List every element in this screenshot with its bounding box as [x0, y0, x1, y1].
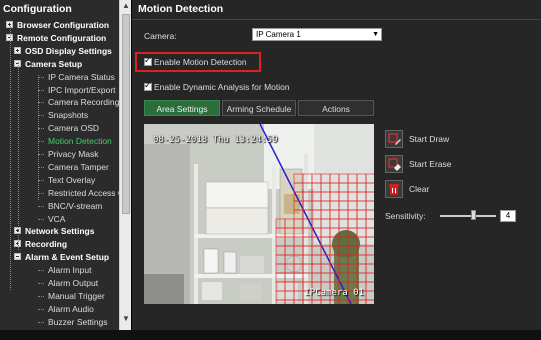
enable-motion-label: Enable Motion Detection: [154, 57, 247, 67]
start-erase-button[interactable]: Start Erase: [385, 155, 452, 173]
clear-button[interactable]: Clear: [385, 180, 429, 198]
tree-connector: [10, 26, 11, 290]
chevron-down-icon: ▼: [372, 31, 379, 38]
sidebar-item-label: BNC/V-stream: [48, 200, 103, 211]
start-draw-label: Start Draw: [409, 134, 450, 144]
tree-connector: [38, 283, 44, 284]
sidebar-item-label: Alarm & Event Setup: [25, 252, 110, 263]
sidebar-item-label: VCA: [48, 213, 66, 224]
tab-area-settings[interactable]: Area Settings: [144, 100, 220, 116]
sidebar-item-label: Camera Recording S: [48, 97, 128, 108]
sidebar-item[interactable]: Alarm Input: [0, 264, 119, 276]
start-draw-button[interactable]: Start Draw: [385, 130, 449, 148]
config-tree-title: Configuration: [3, 3, 72, 15]
sidebar-item-label: Privacy Mask: [48, 149, 99, 159]
tree-connector: [38, 321, 44, 323]
sidebar-item[interactable]: Remote Configuration: [0, 32, 119, 44]
enable-motion-checkbox[interactable]: [144, 55, 152, 67]
sidebar-item-label: Camera OSD: [48, 123, 100, 134]
pencil-icon: [385, 130, 403, 148]
trash-icon: [385, 180, 403, 198]
enable-dynamic-row[interactable]: Enable Dynamic Analysis for Motion: [144, 80, 290, 93]
sensitivity-slider-thumb[interactable]: [470, 210, 476, 220]
osd-datetime: 08-25-2018 Thu 13:24:59: [153, 135, 278, 145]
sidebar-item[interactable]: Alarm Audio: [0, 303, 119, 315]
tree-connector: [38, 218, 44, 220]
scroll-up-icon[interactable]: ▲: [121, 1, 131, 11]
sidebar-item-label: Alarm Output: [48, 278, 99, 288]
sidebar-item-label: Camera Setup: [25, 58, 83, 69]
sensitivity-label: Sensitivity:: [385, 211, 426, 221]
tree-connector: [38, 295, 44, 297]
enable-dynamic-label: Enable Dynamic Analysis for Motion: [154, 82, 290, 92]
sidebar-item-label: Snapshots: [48, 110, 89, 121]
collapse-icon[interactable]: [14, 253, 21, 261]
camera-select-value: IP Camera 1: [256, 30, 301, 39]
camera-scene-image: [144, 124, 374, 304]
sidebar-item-label: Recording: [25, 239, 68, 250]
sidebar-item-label: Browser Configuration: [17, 20, 110, 30]
osd-camera-name: IPCamera 01: [304, 288, 364, 298]
tab-arming-schedule[interactable]: Arming Schedule: [222, 100, 296, 116]
enable-dynamic-checkbox[interactable]: [144, 80, 152, 92]
scroll-down-icon[interactable]: ▼: [121, 314, 131, 324]
eraser-icon: [385, 155, 403, 173]
tree-connector: [38, 270, 44, 272]
motion-detection-panel: Motion Detection Camera: IP Camera 1 ▼ E…: [132, 0, 541, 330]
sidebar-item-label: Motion Detection: [48, 136, 112, 147]
sidebar-item-label: Manual Trigger: [48, 290, 105, 301]
sidebar-item-label: IPC Import/Export: [48, 84, 116, 95]
tree-connector: [38, 205, 44, 207]
title-divider: [132, 19, 541, 20]
tree-connector: [38, 75, 39, 200]
sidebar-item-label: Remote Configuration: [17, 32, 107, 43]
tree-scrollbar[interactable]: ▲ ▼: [119, 0, 131, 330]
sidebar-item[interactable]: OSD Display Settings: [0, 45, 119, 57]
tab-actions[interactable]: Actions: [298, 100, 374, 116]
sidebar-item-label: IP Camera Status: [48, 71, 115, 82]
sidebar-item-label: Text Overlay: [48, 174, 96, 185]
sidebar-item[interactable]: Browser Configuration: [0, 19, 119, 31]
camera-label: Camera:: [144, 31, 177, 41]
clear-label: Clear: [409, 184, 430, 194]
settings-tabs: Area Settings Arming Schedule Actions: [144, 100, 374, 116]
sidebar-item[interactable]: Buzzer Settings: [0, 316, 119, 328]
sidebar-item-label: Camera Tamper: [48, 161, 109, 172]
bottom-bar: [0, 330, 541, 340]
sidebar-item-label: Restricted Access C: [48, 187, 125, 198]
sidebar-item-label: Alarm Input: [48, 265, 92, 276]
sidebar-item-label: Network Settings: [25, 226, 95, 237]
tree-connector: [18, 62, 19, 250]
camera-preview[interactable]: 08-25-2018 Thu 13:24:59 IPCamera 01: [144, 124, 374, 304]
scroll-thumb[interactable]: [122, 14, 130, 214]
camera-select[interactable]: IP Camera 1 ▼: [252, 28, 382, 41]
enable-motion-row[interactable]: Enable Motion Detection: [144, 55, 247, 68]
sidebar-item[interactable]: Alarm & Event Setup: [0, 251, 119, 263]
page-title: Motion Detection: [138, 3, 224, 15]
start-erase-label: Start Erase: [409, 159, 452, 169]
sensitivity-slider[interactable]: [440, 215, 496, 217]
sidebar-item[interactable]: Manual Trigger: [0, 290, 119, 302]
sidebar-item[interactable]: Alarm Output: [0, 277, 119, 289]
sidebar-item-label: Alarm Audio: [48, 303, 94, 314]
tree-connector: [38, 308, 44, 310]
config-tree-panel: Configuration Browser Configuration Remot…: [0, 0, 131, 330]
sensitivity-value[interactable]: 4: [500, 210, 516, 222]
sidebar-item-label: OSD Display Settings: [25, 45, 112, 56]
sidebar-item-label: Buzzer Settings: [48, 316, 108, 327]
expand-icon[interactable]: [14, 46, 21, 54]
